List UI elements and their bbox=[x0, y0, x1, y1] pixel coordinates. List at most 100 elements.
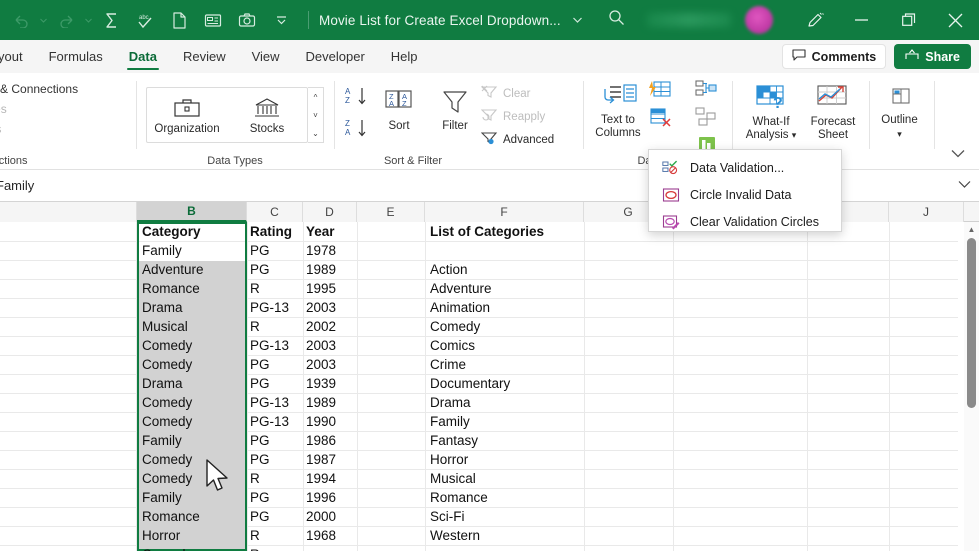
what-if-dropdown-icon[interactable]: ▾ bbox=[792, 130, 797, 140]
redo-dropdown-icon[interactable] bbox=[83, 5, 94, 35]
cell-b18[interactable]: Comedy bbox=[142, 545, 246, 551]
cell-b11[interactable]: Comedy bbox=[142, 412, 246, 431]
menu-item-circle-invalid-data[interactable]: Circle Invalid Data bbox=[649, 181, 841, 208]
cell-d6[interactable]: 2002 bbox=[306, 317, 356, 336]
camera-icon[interactable] bbox=[230, 5, 264, 35]
sort-a-to-z-button[interactable]: AZ bbox=[344, 85, 372, 110]
cell-f9[interactable]: Documentary bbox=[430, 374, 580, 393]
cell-f3[interactable]: Action bbox=[430, 260, 580, 279]
sort-button[interactable]: ZAAZ Sort bbox=[378, 87, 420, 133]
cell-b2[interactable]: Family bbox=[142, 241, 246, 260]
cell-d13[interactable]: 1987 bbox=[306, 450, 356, 469]
spreadsheet-grid[interactable]: B C D E F G J Category Rating Year List … bbox=[0, 202, 979, 551]
cell-c16[interactable]: PG bbox=[250, 507, 302, 526]
cell-d10[interactable]: 1989 bbox=[306, 393, 356, 412]
more-data-types-icon[interactable]: ⌄ bbox=[308, 124, 323, 142]
cell-b6[interactable]: Musical bbox=[142, 317, 246, 336]
cell-f7[interactable]: Comics bbox=[430, 336, 580, 355]
cell-f12[interactable]: Fantasy bbox=[430, 431, 580, 450]
menu-item-clear-validation-circles[interactable]: Clear Validation Circles bbox=[649, 208, 841, 235]
cell-c4[interactable]: R bbox=[250, 279, 302, 298]
vertical-scrollbar-thumb[interactable] bbox=[967, 238, 976, 408]
comments-button[interactable]: Comments bbox=[781, 44, 887, 69]
cell-d14[interactable]: 1994 bbox=[306, 469, 356, 488]
cell-c5[interactable]: PG-13 bbox=[250, 298, 302, 317]
cell-b12[interactable]: Family bbox=[142, 431, 246, 450]
cell-c13[interactable]: PG bbox=[250, 450, 302, 469]
cell-b3[interactable]: Adventure bbox=[142, 260, 246, 279]
cell-b8[interactable]: Comedy bbox=[142, 355, 246, 374]
cell-d11[interactable]: 1990 bbox=[306, 412, 356, 431]
cell-d4[interactable]: 1995 bbox=[306, 279, 356, 298]
cell-b14[interactable]: Comedy bbox=[142, 469, 246, 488]
collapse-ribbon-icon[interactable] bbox=[951, 145, 965, 163]
cell-c1[interactable]: Rating bbox=[250, 222, 302, 241]
cell-f13[interactable]: Horror bbox=[430, 450, 580, 469]
cell-c18[interactable]: R bbox=[250, 545, 302, 551]
cell-b5[interactable]: Drama bbox=[142, 298, 246, 317]
cell-c11[interactable]: PG-13 bbox=[250, 412, 302, 431]
column-header-d[interactable]: D bbox=[303, 202, 357, 222]
cell-f1[interactable]: List of Categories bbox=[430, 222, 610, 241]
cell-d9[interactable]: 1939 bbox=[306, 374, 356, 393]
cell-d8[interactable]: 2003 bbox=[306, 355, 356, 374]
cell-c12[interactable]: PG bbox=[250, 431, 302, 450]
cell-d17[interactable]: 1968 bbox=[306, 526, 356, 545]
undo-icon[interactable] bbox=[4, 5, 38, 35]
tab-review[interactable]: Review bbox=[170, 40, 239, 73]
column-header-f[interactable]: F bbox=[425, 202, 584, 222]
data-types-scroll-controls[interactable]: ^ ˅ ⌄ bbox=[308, 87, 324, 143]
share-button[interactable]: Share bbox=[894, 44, 971, 69]
consolidate-button[interactable] bbox=[694, 79, 718, 102]
cell-d16[interactable]: 2000 bbox=[306, 507, 356, 526]
cell-f16[interactable]: Sci-Fi bbox=[430, 507, 580, 526]
cell-b4[interactable]: Romance bbox=[142, 279, 246, 298]
tab-view[interactable]: View bbox=[239, 40, 293, 73]
tab-data[interactable]: Data bbox=[116, 40, 170, 73]
cell-b7[interactable]: Comedy bbox=[142, 336, 246, 355]
document-title-dropdown-icon[interactable] bbox=[572, 15, 582, 26]
formula-bar-value[interactable]: Family bbox=[0, 178, 34, 193]
cell-f6[interactable]: Comedy bbox=[430, 317, 580, 336]
customize-quick-access-toolbar-icon[interactable] bbox=[264, 5, 298, 35]
cell-f14[interactable]: Musical bbox=[430, 469, 580, 488]
tab-developer[interactable]: Developer bbox=[293, 40, 378, 73]
advanced-filter-button[interactable]: Advanced bbox=[480, 131, 554, 148]
cell-c3[interactable]: PG bbox=[250, 260, 302, 279]
column-header-c[interactable]: C bbox=[247, 202, 303, 222]
tab-help[interactable]: Help bbox=[378, 40, 431, 73]
column-header-j[interactable]: J bbox=[889, 202, 964, 222]
new-file-icon[interactable] bbox=[162, 5, 196, 35]
cell-b9[interactable]: Drama bbox=[142, 374, 246, 393]
spelling-icon[interactable]: abc bbox=[128, 5, 162, 35]
outline-button[interactable]: Outline ▾ bbox=[872, 85, 927, 141]
cell-c7[interactable]: PG-13 bbox=[250, 336, 302, 355]
scroll-up-icon[interactable]: ^ bbox=[308, 88, 323, 106]
cell-c10[interactable]: PG-13 bbox=[250, 393, 302, 412]
cell-d5[interactable]: 2003 bbox=[306, 298, 356, 317]
autosum-icon[interactable] bbox=[94, 5, 128, 35]
cell-d7[interactable]: 2003 bbox=[306, 336, 356, 355]
undo-dropdown-icon[interactable] bbox=[38, 5, 49, 35]
remove-duplicates-button[interactable] bbox=[648, 107, 672, 130]
cell-f11[interactable]: Family bbox=[430, 412, 580, 431]
redo-icon[interactable] bbox=[49, 5, 83, 35]
cell-d18[interactable] bbox=[306, 545, 356, 551]
vertical-scrollbar[interactable]: ▲ bbox=[964, 222, 979, 551]
cell-c8[interactable]: PG bbox=[250, 355, 302, 374]
cell-b17[interactable]: Horror bbox=[142, 526, 246, 545]
formula-bar-expand-icon[interactable] bbox=[958, 176, 971, 194]
cell-b16[interactable]: Romance bbox=[142, 507, 246, 526]
tab-formulas[interactable]: Formulas bbox=[36, 40, 116, 73]
cell-c15[interactable]: PG bbox=[250, 488, 302, 507]
cell-d15[interactable]: 1996 bbox=[306, 488, 356, 507]
cell-c6[interactable]: R bbox=[250, 317, 302, 336]
cell-d1[interactable]: Year bbox=[306, 222, 356, 241]
scroll-down-icon[interactable]: ˅ bbox=[308, 106, 323, 124]
cell-b10[interactable]: Comedy bbox=[142, 393, 246, 412]
cell-c2[interactable]: PG bbox=[250, 241, 302, 260]
menu-item-data-validation[interactable]: Data Validation... bbox=[649, 154, 841, 181]
sort-z-to-a-button[interactable]: ZA bbox=[344, 117, 372, 142]
cell-f4[interactable]: Adventure bbox=[430, 279, 580, 298]
outline-dropdown-icon[interactable]: ▾ bbox=[872, 128, 927, 141]
